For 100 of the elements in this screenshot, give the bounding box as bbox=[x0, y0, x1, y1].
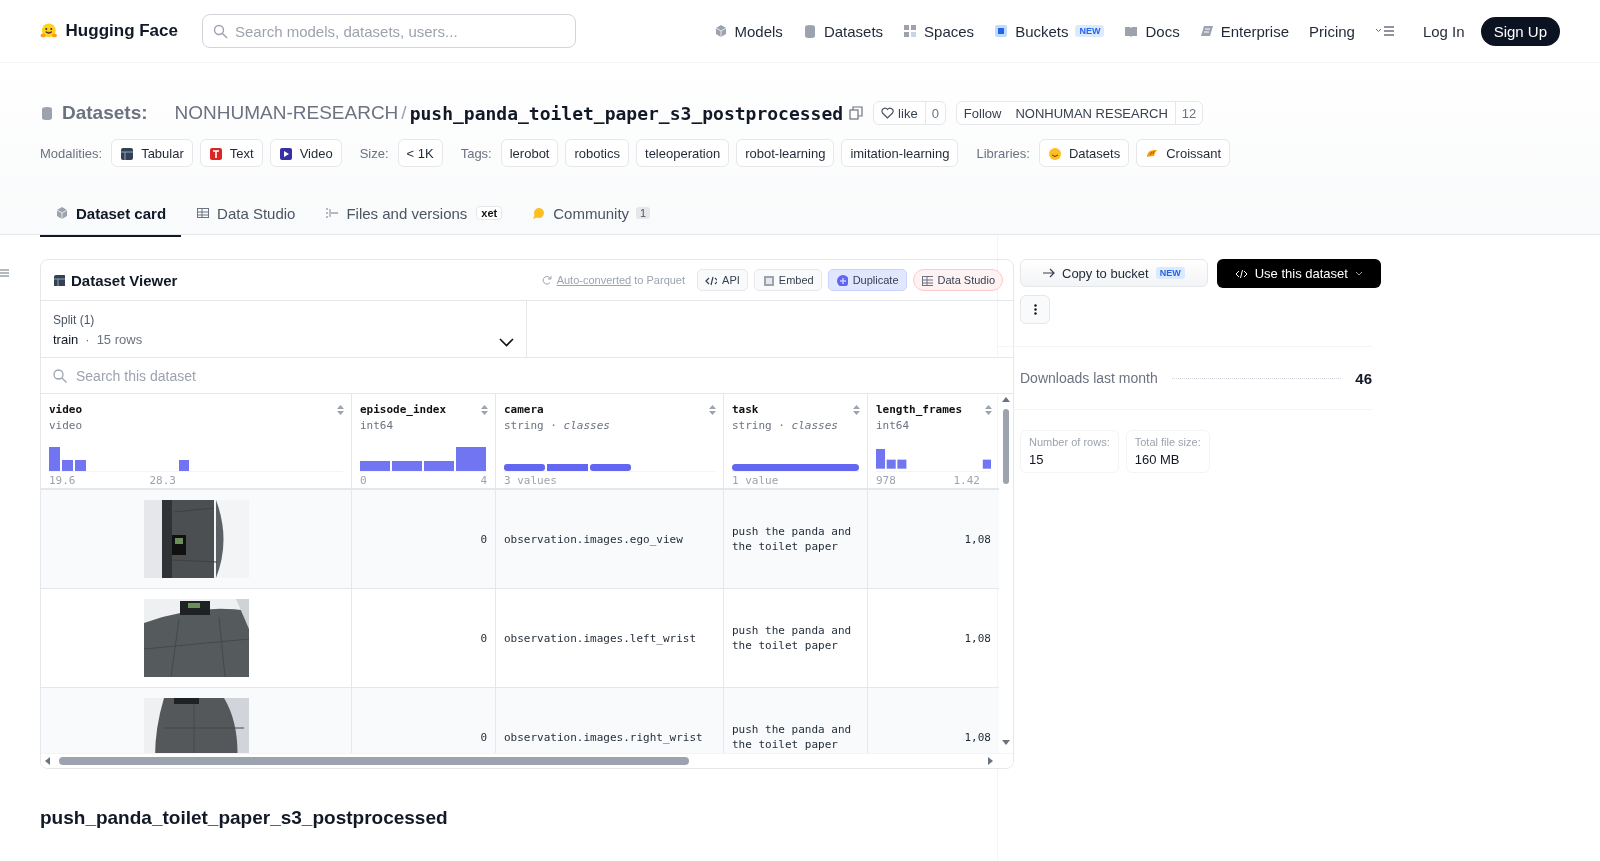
login-link[interactable]: Log In bbox=[1422, 22, 1465, 40]
card-heading: push_panda_toilet_paper_s3_postprocessed bbox=[40, 807, 449, 829]
column-name: camera bbox=[504, 403, 544, 416]
count-badge: 1 bbox=[636, 207, 651, 219]
tab[interactable]: Data Studio bbox=[181, 191, 311, 237]
nav-link[interactable]: Buckets NEW bbox=[994, 22, 1105, 40]
range-label: 1.42 bbox=[953, 473, 980, 487]
converted-note: Auto-converted to Parquet bbox=[556, 274, 686, 286]
column-name: episode_index bbox=[360, 403, 447, 416]
tag-chip[interactable]: Video bbox=[269, 139, 342, 167]
file-list-icon bbox=[325, 206, 340, 220]
new-badge: NEW bbox=[1155, 267, 1185, 279]
column-name: video bbox=[49, 403, 83, 416]
copy-to-bucket-button[interactable]: Copy to bucket NEW bbox=[1020, 259, 1208, 287]
tag-chip[interactable]: robot-learning bbox=[736, 139, 835, 167]
tag-chip[interactable]: robotics bbox=[565, 139, 629, 167]
nav-link[interactable]: Spaces bbox=[903, 22, 975, 40]
meta-label: Tags: bbox=[460, 145, 492, 161]
split-select[interactable]: Split (1) train · 15 rows bbox=[41, 301, 527, 357]
sort-icon bbox=[984, 404, 993, 416]
range-label: 19.6 bbox=[49, 473, 76, 487]
tag-chip[interactable]: teleoperation bbox=[636, 139, 730, 167]
tag-icon bbox=[1199, 24, 1214, 38]
table-icon bbox=[53, 274, 65, 286]
text-icon bbox=[208, 146, 222, 160]
column-type: video bbox=[49, 419, 83, 432]
like-button[interactable]: like 0 bbox=[873, 101, 946, 125]
nav-link[interactable]: Models bbox=[713, 22, 783, 40]
more-button[interactable] bbox=[1020, 295, 1050, 324]
dataset-name: push_panda_toilet_paper_s3_postprocessed bbox=[409, 102, 844, 124]
xet-badge: xet bbox=[476, 206, 503, 220]
column-name: task bbox=[732, 403, 759, 416]
tag-chip[interactable]: lerobot bbox=[500, 139, 559, 167]
range-label: 0 bbox=[360, 473, 367, 487]
arrow-right-icon bbox=[1043, 268, 1055, 278]
org-name: NONHUMAN RESEARCH bbox=[1014, 104, 1169, 123]
tag-chip[interactable]: Datasets bbox=[1038, 139, 1130, 167]
owner-link[interactable]: NONHUMAN-RESEARCH bbox=[174, 102, 399, 124]
range-label: 1 value bbox=[732, 473, 779, 487]
search-icon bbox=[53, 369, 67, 383]
tag-chip[interactable]: Croissant bbox=[1136, 139, 1231, 167]
tab[interactable]: Files and versions xet bbox=[310, 191, 518, 237]
meta-label: Libraries: bbox=[976, 145, 1030, 161]
table-icon bbox=[920, 274, 933, 286]
sort-icon bbox=[708, 404, 717, 416]
repo-type: Datasets: bbox=[62, 102, 148, 124]
chat-bubble-icon bbox=[532, 206, 547, 220]
action-button[interactable]: Embed bbox=[753, 269, 822, 291]
embed-icon bbox=[761, 274, 774, 286]
search-icon bbox=[213, 24, 228, 39]
new-badge: NEW bbox=[1075, 25, 1105, 37]
table-cell: 1,08 bbox=[868, 490, 1000, 589]
tab[interactable]: Community 1 bbox=[517, 191, 666, 237]
follow-button[interactable]: Follow NONHUMAN RESEARCH 12 bbox=[955, 101, 1204, 125]
table-cell: 0 bbox=[352, 490, 496, 589]
chevron-down-icon bbox=[499, 338, 514, 347]
range-label: 4 bbox=[480, 473, 487, 487]
like-count: 0 bbox=[924, 102, 945, 124]
column-type: int64 bbox=[360, 419, 394, 432]
cube-icon bbox=[55, 206, 69, 220]
heart-icon bbox=[881, 107, 895, 119]
circle-plus-icon bbox=[835, 274, 848, 286]
column-type: int64 bbox=[876, 419, 910, 432]
signup-button[interactable]: Sign Up bbox=[1480, 16, 1560, 46]
table-icon bbox=[196, 206, 211, 220]
database-icon bbox=[802, 24, 817, 38]
search-field[interactable]: Search models, datasets, users... bbox=[202, 14, 576, 48]
copy-icon bbox=[849, 106, 864, 120]
meta-label: Modalities: bbox=[40, 145, 103, 161]
action-button[interactable]: Data Studio bbox=[912, 269, 1003, 291]
sort-icon bbox=[852, 404, 861, 416]
refresh-icon bbox=[541, 275, 552, 285]
bucket-icon bbox=[994, 24, 1009, 38]
nav-link[interactable]: Datasets bbox=[802, 22, 884, 40]
stat-label: Number of rows: bbox=[1029, 436, 1110, 448]
table-icon bbox=[120, 146, 134, 160]
column-type: string · classes bbox=[732, 419, 838, 432]
stat-value: 160 MB bbox=[1134, 452, 1181, 467]
downloads-count: 46 bbox=[1355, 369, 1372, 387]
stat-value: 15 bbox=[1029, 452, 1045, 467]
tag-chip[interactable]: Text bbox=[199, 139, 263, 167]
table-cell: observation.images.ego_view bbox=[496, 490, 724, 589]
nav-link[interactable]: Enterprise bbox=[1199, 22, 1290, 40]
database-icon bbox=[40, 106, 54, 120]
table-cell: push the panda and the toilet paper bbox=[724, 490, 868, 589]
nav-link[interactable]: Docs bbox=[1124, 22, 1180, 40]
tag-chip[interactable]: imitation-learning bbox=[841, 139, 959, 167]
more-icon bbox=[1033, 304, 1037, 315]
nav-link[interactable]: Pricing bbox=[1309, 22, 1355, 40]
video-icon bbox=[278, 146, 292, 160]
tab[interactable]: Dataset card bbox=[40, 191, 182, 237]
use-dataset-button[interactable]: Use this dataset bbox=[1216, 259, 1381, 288]
action-button[interactable]: Duplicate bbox=[827, 269, 907, 291]
tag-chip[interactable]: Tabular bbox=[111, 139, 193, 167]
tag-chip[interactable]: < 1K bbox=[397, 139, 443, 167]
split-value: train bbox=[53, 332, 79, 347]
code-icon bbox=[1234, 268, 1248, 279]
book-icon bbox=[1124, 24, 1139, 38]
action-button[interactable]: API bbox=[697, 269, 748, 291]
smiley-icon bbox=[1047, 146, 1061, 160]
